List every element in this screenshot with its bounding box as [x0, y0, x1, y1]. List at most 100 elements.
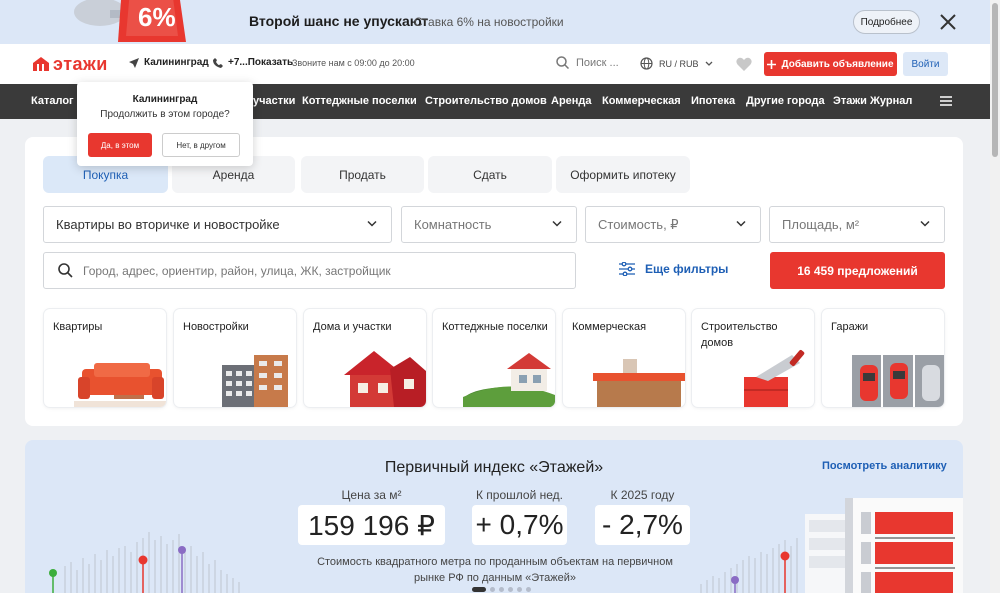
promo-title: Второй шанс не упускают [249, 13, 429, 29]
promo-key-illustration: 6% [74, 0, 186, 42]
tab-mortgage[interactable]: Оформить ипотеку [556, 156, 690, 193]
nav-item-cottage-villages[interactable]: Коттеджные поселки [302, 95, 417, 107]
city-label: Калининград [144, 57, 209, 68]
nav-item-commercial[interactable]: Коммерческая [602, 95, 681, 107]
chevron-down-icon [552, 220, 562, 227]
carousel-dot[interactable] [526, 587, 531, 592]
city-selector[interactable]: Калининград [129, 57, 209, 68]
change-city-button[interactable]: Нет, в другом [162, 133, 240, 157]
menu-icon[interactable] [940, 96, 952, 106]
nav-item-mortgage[interactable]: Ипотека [691, 95, 735, 107]
category-cottage-villages[interactable]: Коттеджные поселки [433, 309, 555, 407]
category-commercial[interactable]: Коммерческая [563, 309, 685, 407]
carousel-dot-active[interactable] [472, 587, 486, 592]
globe-icon [640, 57, 653, 70]
nav-item-catalog[interactable]: Каталог [31, 95, 74, 107]
site-header: этажи Калининград +7...Показать Звоните … [0, 44, 990, 84]
analytics-section: Первичный индекс «Этажей» Посмотреть ана… [25, 440, 963, 593]
view-analytics-link[interactable]: Посмотреть аналитику [822, 460, 947, 472]
property-type-value: Квартиры во вторичке и новостройке [56, 217, 280, 232]
rooms-placeholder: Комнатность [414, 217, 492, 232]
popup-question: Продолжить в этом городе? [100, 109, 230, 120]
cottage-illustration [463, 353, 555, 407]
add-listing-label: Добавить объявление [781, 58, 894, 70]
filter-sliders-icon [619, 262, 635, 276]
rooms-select[interactable]: Комнатность [401, 206, 577, 243]
phone-label: +7...Показать [228, 57, 294, 68]
logo[interactable]: этажи [33, 54, 108, 74]
nav-item-journal[interactable]: Этажи Журнал [833, 95, 912, 107]
city-confirm-popup: Калининград Продолжить в этом городе? Да… [77, 82, 253, 166]
search-icon [556, 56, 569, 69]
chevron-down-icon [736, 220, 746, 227]
header-search-placeholder: Поиск ... [576, 56, 619, 69]
confirm-city-button[interactable]: Да, в этом [88, 133, 152, 157]
tab-lease-out[interactable]: Сдать [428, 156, 552, 193]
address-search-input[interactable]: Город, адрес, ориентир, район, улица, ЖК… [43, 252, 576, 289]
work-hours: Звоните нам с 09:00 до 20:00 [292, 58, 415, 68]
metric-label-price: Цена за м² [341, 488, 402, 502]
search-icon [58, 263, 73, 278]
promo-banner[interactable]: 6% Второй шанс не упускают Ставка 6% на … [0, 0, 990, 44]
carousel-dot[interactable] [490, 587, 495, 592]
category-label: Коммерческая [572, 321, 647, 333]
more-filters-label: Еще фильтры [645, 262, 729, 276]
nav-item-other-cities[interactable]: Другие города [746, 95, 825, 107]
category-label: Квартиры [53, 321, 103, 333]
phone-show[interactable]: +7...Показать [213, 57, 293, 68]
category-label: Новостройки [183, 321, 249, 333]
promo-badge: 6% [138, 2, 176, 32]
carousel-dot[interactable] [499, 587, 504, 592]
promo-more-button[interactable]: Подробнее [853, 10, 920, 34]
analytics-note: Стоимость квадратного метра по проданным… [317, 556, 673, 584]
close-icon[interactable] [938, 12, 958, 32]
price-placeholder: Стоимость, ₽ [598, 216, 679, 232]
category-label: Коттеджные поселки [442, 321, 548, 333]
tab-sell[interactable]: Продать [301, 156, 424, 193]
nav-item-plots[interactable]: участки [253, 95, 295, 107]
add-listing-button[interactable]: Добавить объявление [764, 52, 897, 76]
header-search[interactable]: Поиск ... [556, 56, 619, 69]
category-houses-plots[interactable]: Дома и участки [304, 309, 426, 407]
logo-house-icon [33, 57, 49, 71]
category-house-building[interactable]: Строительство домов [692, 309, 814, 407]
language-currency-selector[interactable]: RU / RUB [640, 57, 713, 70]
login-button[interactable]: Войти [903, 52, 948, 76]
metric-label-week: К прошлой нед. [475, 488, 564, 502]
address-search-placeholder: Город, адрес, ориентир, район, улица, ЖК… [83, 263, 391, 278]
sofa-illustration [74, 363, 166, 407]
search-card: Покупка Аренда Продать Сдать Оформить ип… [25, 137, 963, 426]
price-select[interactable]: Стоимость, ₽ [585, 206, 761, 243]
phone-icon [213, 57, 223, 68]
heart-icon[interactable] [736, 57, 752, 71]
category-new-buildings[interactable]: Новостройки [174, 309, 296, 407]
popup-city: Калининград [132, 94, 198, 105]
nav-item-house-building[interactable]: Строительство домов [425, 95, 547, 107]
nav-item-rent[interactable]: Аренда [551, 95, 592, 107]
scrollbar-thumb[interactable] [992, 3, 998, 157]
carousel-dot[interactable] [508, 587, 513, 592]
category-apartments[interactable]: Квартиры [44, 309, 166, 407]
residential-building-illustration [700, 498, 963, 593]
house-illustration [344, 351, 426, 407]
trowel-bricks-illustration [744, 349, 805, 407]
carousel-dots [472, 587, 531, 592]
building-illustration [222, 355, 288, 407]
reception-desk-illustration [593, 359, 685, 407]
chevron-down-icon [705, 61, 712, 66]
category-garages[interactable]: Гаражи [822, 309, 944, 407]
carousel-dot[interactable] [517, 587, 522, 592]
metric-value-year: - 2,7% [595, 505, 690, 545]
category-label: Дома и участки [313, 321, 392, 333]
chevron-down-icon [920, 220, 930, 227]
logo-text: этажи [53, 53, 108, 74]
show-offers-button[interactable]: 16 459 предложений [770, 252, 945, 289]
area-placeholder: Площадь, м² [782, 217, 860, 232]
chevron-down-icon [367, 220, 377, 227]
parked-cars-illustration [852, 355, 944, 407]
area-select[interactable]: Площадь, м² [769, 206, 945, 243]
more-filters-button[interactable]: Еще фильтры [619, 262, 728, 276]
location-arrow-icon [129, 57, 139, 68]
plus-icon [767, 59, 777, 69]
property-type-select[interactable]: Квартиры во вторичке и новостройке [43, 206, 392, 243]
